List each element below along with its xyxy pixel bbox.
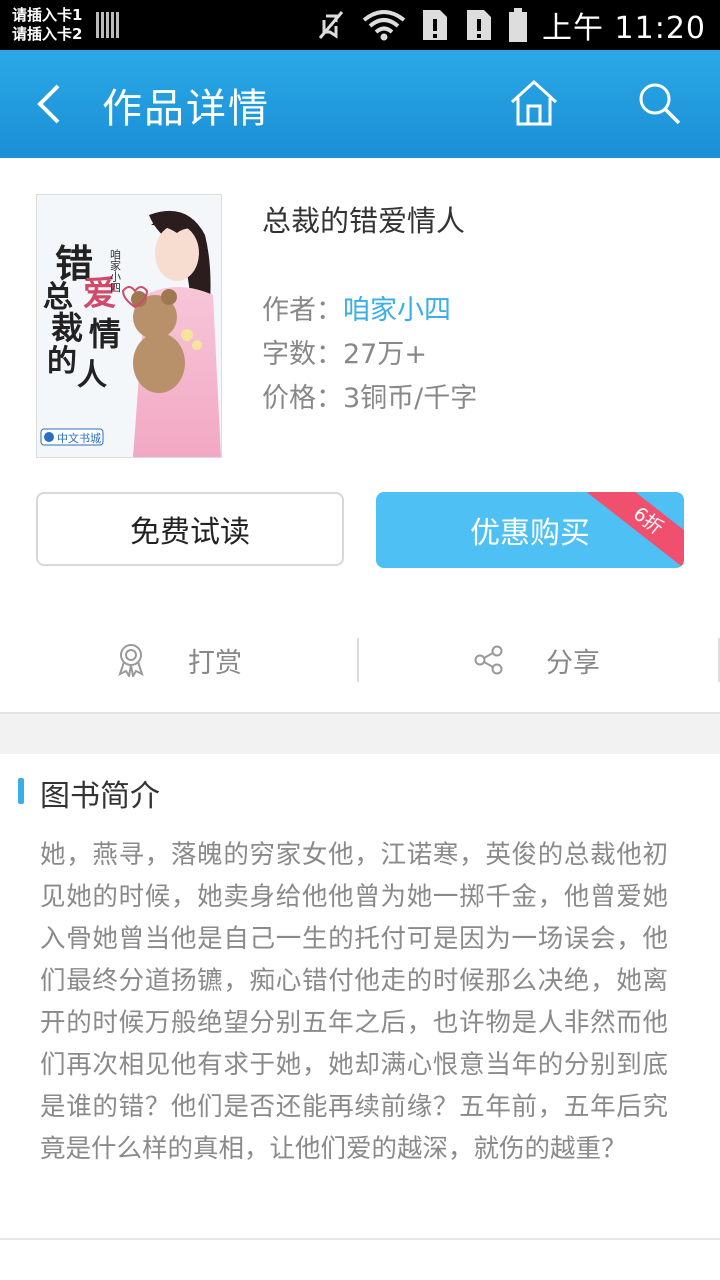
- search-icon[interactable]: [636, 80, 682, 126]
- sim-status: 请插入卡1 请插入卡2: [12, 6, 82, 44]
- page-title: 作品详情: [102, 86, 270, 132]
- section-separator: [0, 712, 720, 754]
- sim1-alert-icon: [423, 10, 447, 40]
- chevron-left-icon[interactable]: [30, 80, 70, 128]
- action-row: 打赏 分享: [0, 610, 720, 710]
- free-read-button[interactable]: 免费试读: [36, 492, 344, 566]
- share-icon: [474, 645, 503, 675]
- sim1-label: 请插入卡1: [12, 6, 83, 24]
- share-label: 分享: [546, 647, 600, 679]
- sim2-label: 请插入卡2: [12, 25, 83, 43]
- words-value: 27万+: [343, 339, 427, 370]
- app-bar: 作品详情: [0, 50, 720, 158]
- discount-buy-label: 优惠购买: [470, 516, 590, 551]
- book-title: 总裁的错爱情人: [262, 204, 466, 238]
- cover-publisher: 中文书城: [57, 431, 101, 445]
- status-bar: 请插入卡1 请插入卡2 上午 11:20: [0, 0, 720, 50]
- author-row: 作者：咱家小四: [262, 288, 451, 327]
- sim2-alert-icon: [467, 10, 491, 40]
- signal-icon: [96, 12, 120, 38]
- author-link[interactable]: 咱家小四: [343, 295, 451, 326]
- divider: [0, 1238, 720, 1240]
- wifi-icon: [362, 10, 406, 41]
- award-ribbon-icon: [118, 644, 144, 677]
- discount-badge: 6折: [583, 492, 684, 568]
- mute-icon: [318, 11, 344, 39]
- price-value: 3铜币/千字: [343, 383, 478, 414]
- reward-button[interactable]: 打赏: [116, 610, 242, 710]
- section-accent: [18, 778, 24, 804]
- intro-text: 她，燕寻，落魄的穷家女他，江诺寒，英俊的总裁他初见她的时候，她卖身给他他曾为她一…: [40, 840, 668, 1164]
- action-divider: [357, 638, 359, 682]
- price-row: 价格：3铜币/千字: [262, 376, 477, 415]
- battery-icon: [509, 8, 527, 42]
- share-button[interactable]: 分享: [474, 610, 600, 710]
- price-label: 价格：: [262, 383, 343, 414]
- reward-label: 打赏: [188, 647, 242, 679]
- words-label: 字数：: [262, 339, 343, 370]
- cover-title-char-7: 人: [77, 358, 107, 393]
- intro-heading: 图书简介: [40, 779, 160, 814]
- cover-title-char-4: 裁: [51, 309, 83, 347]
- home-icon[interactable]: [508, 78, 560, 130]
- cover-title-char-6: 的: [47, 344, 77, 379]
- discount-buy-button[interactable]: 优惠购买 6折: [376, 492, 684, 568]
- book-cover[interactable]: 错 总 爱 裁 情 的 人 咱家小四 中文书城: [36, 194, 222, 458]
- cover-illustration: 错 总 爱 裁 情 的 人 咱家小四 中文书城: [37, 195, 221, 457]
- author-label: 作者：: [262, 295, 343, 326]
- cover-title-char-5: 情: [89, 315, 121, 353]
- clock: 上午 11:20: [542, 11, 706, 46]
- word-count-row: 字数：27万+: [262, 332, 427, 371]
- cover-author: 咱家小四: [109, 249, 122, 293]
